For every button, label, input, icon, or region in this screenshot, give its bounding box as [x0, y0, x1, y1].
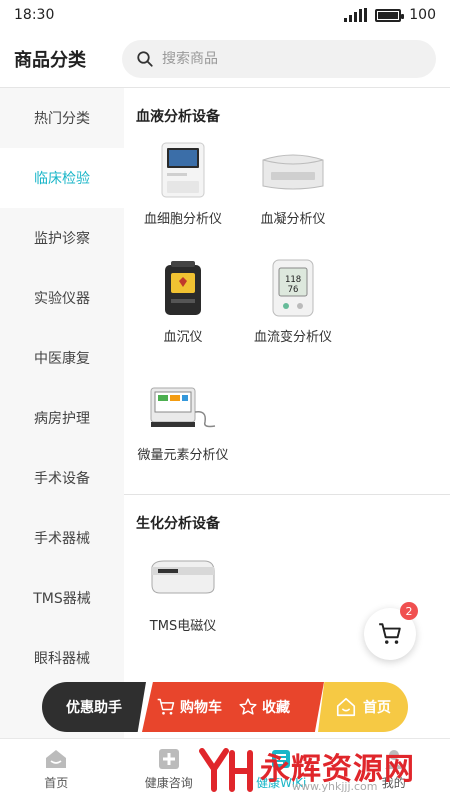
product-label: 微量元素分析仪: [137, 448, 229, 463]
nav-wiki-label: 健康WiKi: [256, 776, 307, 790]
esr-analyzer-image: [143, 252, 223, 324]
sidebar-item-hot[interactable]: 热门分类: [0, 88, 124, 148]
hematology-analyzer-image: [143, 134, 223, 206]
nav-consult-label: 健康咨询: [144, 776, 193, 790]
nav-consult[interactable]: 健康咨询: [113, 739, 226, 800]
status-bar: 18:30 100: [0, 0, 450, 30]
product-item[interactable]: 血凝分析仪: [238, 134, 348, 252]
home-shortcut-button[interactable]: 首页: [318, 682, 408, 732]
medical-cross-icon: [158, 749, 179, 769]
favorite-button[interactable]: 收藏: [238, 697, 290, 717]
sidebar-item-lab-instruments[interactable]: 实验仪器: [0, 268, 124, 328]
coagulation-analyzer-image: [253, 134, 333, 206]
cart-icon: [157, 698, 175, 715]
signal-icon: [344, 8, 368, 22]
section-title-blood: 血液分析设备: [136, 109, 220, 125]
section-title-biochem: 生化分析设备: [136, 516, 220, 532]
cart-favorite-group: 购物车 收藏: [142, 682, 324, 732]
nav-mine-label: 我的: [381, 776, 406, 790]
home-icon: [336, 697, 356, 717]
favorite-button-label: 收藏: [262, 700, 290, 716]
home-tab-icon: [46, 750, 67, 768]
product-label: 血细胞分析仪: [143, 212, 222, 227]
sidebar-item-tms[interactable]: TMS器械: [0, 568, 124, 628]
product-label: 血凝分析仪: [260, 212, 326, 227]
floating-cart-button[interactable]: 2: [364, 602, 418, 660]
search-bar[interactable]: [122, 39, 436, 78]
svg-text:76: 76: [288, 285, 299, 295]
battery-level: 100: [409, 7, 436, 23]
product-item[interactable]: TMS电磁仪: [128, 541, 238, 659]
cart-button[interactable]: 购物车: [156, 697, 222, 717]
product-item[interactable]: 血沉仪: [128, 252, 238, 370]
category-sidebar: 热门分类 临床检验 监护诊察 实验仪器 中医康复 病房护理 手术设备 手术器械 …: [0, 88, 124, 738]
sidebar-item-surgical-equipment[interactable]: 手术设备: [0, 448, 124, 508]
sidebar-item-tcm-rehab[interactable]: 中医康复: [0, 328, 124, 388]
product-label: 血流变分析仪: [253, 330, 332, 345]
nav-home-label: 首页: [44, 776, 69, 790]
nav-wiki[interactable]: 健康WiKi: [225, 739, 338, 800]
header: 商品分类: [0, 30, 450, 88]
search-input[interactable]: [162, 50, 362, 67]
discount-helper-button[interactable]: 优惠助手: [42, 682, 146, 732]
cart-button-label: 购物车: [180, 700, 222, 716]
action-bar: 优惠助手 购物车 收藏 首页: [42, 682, 408, 732]
hemorheology-analyzer-image: 118 76: [253, 252, 333, 324]
svg-text:118: 118: [285, 275, 301, 285]
star-icon: [239, 698, 257, 715]
status-time: 18:30: [14, 7, 55, 23]
nav-home[interactable]: 首页: [0, 739, 113, 800]
product-label: TMS电磁仪: [149, 619, 217, 634]
user-icon: [384, 750, 403, 769]
page-title: 商品分类: [14, 49, 86, 71]
bottom-nav: 首页 健康咨询 健康WiKi 我的: [0, 738, 450, 800]
product-item[interactable]: 118 76 血流变分析仪: [238, 252, 348, 370]
sidebar-item-surgical-instruments[interactable]: 手术器械: [0, 508, 124, 568]
tms-device-image: [143, 541, 223, 613]
cart-count-badge: 2: [400, 602, 418, 620]
sidebar-item-ward-care[interactable]: 病房护理: [0, 388, 124, 448]
battery-icon: [375, 8, 405, 22]
cart-icon: [379, 623, 401, 644]
nav-mine[interactable]: 我的: [338, 739, 450, 800]
product-item[interactable]: 微量元素分析仪: [128, 370, 238, 488]
sidebar-item-monitoring[interactable]: 监护诊察: [0, 208, 124, 268]
status-indicators: 100: [344, 7, 436, 23]
book-icon: [272, 750, 291, 768]
product-item[interactable]: 血细胞分析仪: [128, 134, 238, 252]
search-icon: [137, 50, 153, 67]
sidebar-item-clinical-lab[interactable]: 临床检验: [0, 148, 124, 208]
home-shortcut-label: 首页: [363, 700, 391, 716]
sidebar-item-ophthalmic[interactable]: 眼科器械: [0, 628, 124, 688]
product-grid-blood: 血细胞分析仪 血凝分析仪 血沉仪 118 76 血流变分析仪 微量元素分析仪: [124, 134, 450, 488]
product-label: 血沉仪: [163, 330, 203, 345]
trace-element-analyzer-image: [143, 370, 223, 442]
